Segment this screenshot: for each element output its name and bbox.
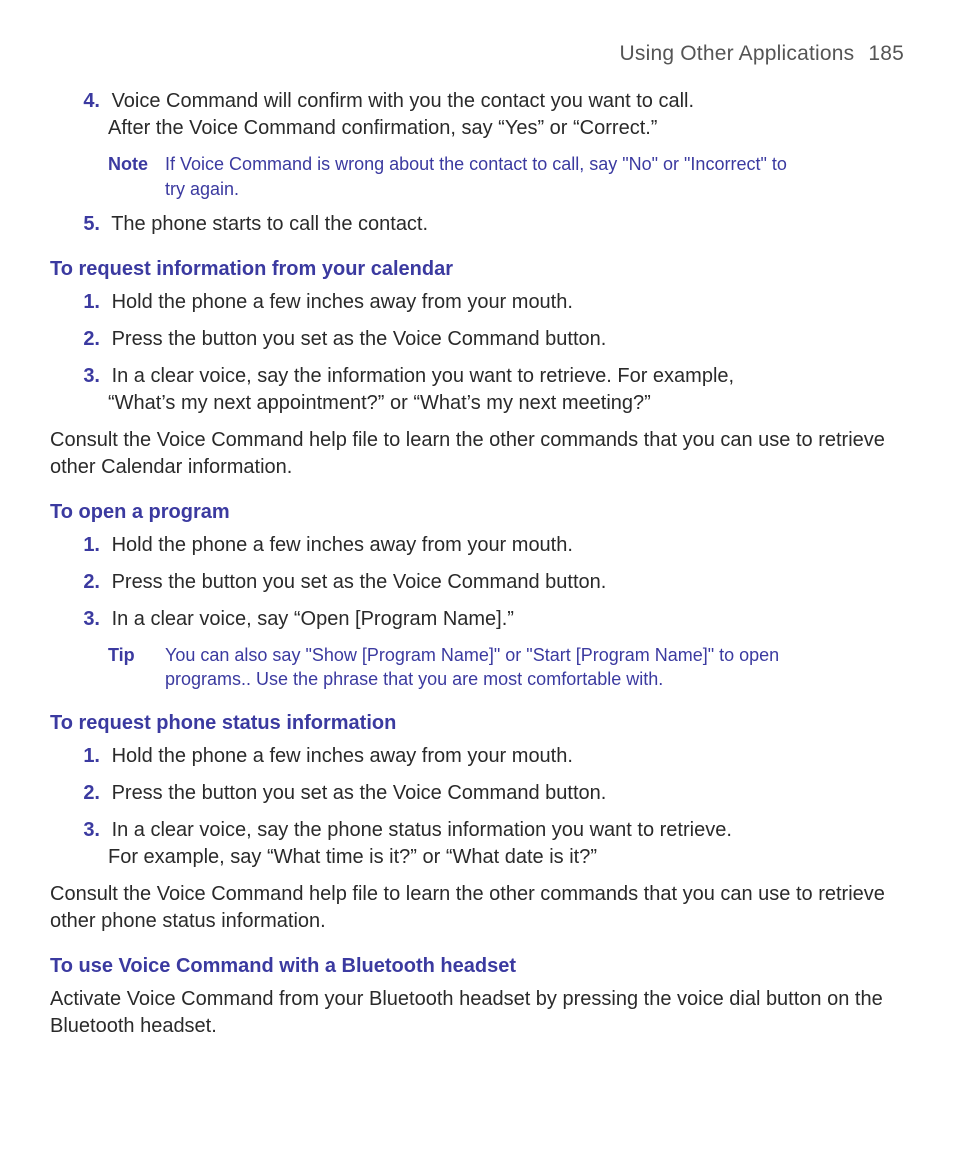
list-item: 3. In a clear voice, say “Open [Program … <box>50 606 904 633</box>
list-item: 2. Press the button you set as the Voice… <box>50 569 904 596</box>
list-text: Hold the phone a few inches away from yo… <box>112 534 573 556</box>
list-text: “What’s my next appointment?” or “What’s… <box>108 390 904 417</box>
list-item: 1. Hold the phone a few inches away from… <box>50 289 904 316</box>
list-marker: 2. <box>78 780 100 807</box>
tip-label: Tip <box>108 643 160 667</box>
list-text: Voice Command will confirm with you the … <box>112 90 694 112</box>
list-text: Hold the phone a few inches away from yo… <box>112 745 573 767</box>
list-marker: 1. <box>78 289 100 316</box>
section-heading-open: To open a program <box>50 499 904 526</box>
page-number: 185 <box>868 42 904 65</box>
list-text: Hold the phone a few inches away from yo… <box>112 291 573 313</box>
section-heading-bluetooth: To use Voice Command with a Bluetooth he… <box>50 953 904 980</box>
list-marker: 5. <box>78 211 100 238</box>
list-text: Press the button you set as the Voice Co… <box>112 571 607 593</box>
list-text: After the Voice Command confirmation, sa… <box>108 115 904 142</box>
list-text: In a clear voice, say the information yo… <box>112 365 735 387</box>
note-label: Note <box>108 152 160 176</box>
list-item: 3. In a clear voice, say the phone statu… <box>50 817 904 871</box>
list-marker: 3. <box>78 606 100 633</box>
list-item: 1. Hold the phone a few inches away from… <box>50 532 904 559</box>
note-text: If Voice Command is wrong about the cont… <box>165 152 805 201</box>
list-item: 1. Hold the phone a few inches away from… <box>50 743 904 770</box>
page-header: Using Other Applications 185 <box>50 40 904 68</box>
list-marker: 2. <box>78 569 100 596</box>
paragraph: Activate Voice Command from your Bluetoo… <box>50 986 904 1040</box>
note-callout: Note If Voice Command is wrong about the… <box>108 152 904 201</box>
page: Using Other Applications 185 4. Voice Co… <box>0 0 954 1110</box>
list-marker: 3. <box>78 363 100 390</box>
tip-callout: Tip You can also say "Show [Program Name… <box>108 643 904 692</box>
list-marker: 2. <box>78 326 100 353</box>
section-heading-status: To request phone status information <box>50 710 904 737</box>
list-text: In a clear voice, say the phone status i… <box>112 819 732 841</box>
header-title: Using Other Applications <box>620 42 855 65</box>
list-item: 3. In a clear voice, say the information… <box>50 363 904 417</box>
list-marker: 1. <box>78 743 100 770</box>
list-text: Press the button you set as the Voice Co… <box>112 782 607 804</box>
list-marker: 1. <box>78 532 100 559</box>
list-text: Press the button you set as the Voice Co… <box>112 328 607 350</box>
list-text: In a clear voice, say “Open [Program Nam… <box>112 608 514 630</box>
list-text: For example, say “What time is it?” or “… <box>108 844 904 871</box>
list-item-4: 4. Voice Command will confirm with you t… <box>50 88 904 142</box>
list-text: The phone starts to call the contact. <box>111 213 428 235</box>
list-item-5: 5. The phone starts to call the contact. <box>50 211 904 238</box>
paragraph: Consult the Voice Command help file to l… <box>50 881 904 935</box>
tip-text: You can also say "Show [Program Name]" o… <box>165 643 805 692</box>
list-item: 2. Press the button you set as the Voice… <box>50 326 904 353</box>
list-marker: 4. <box>78 88 100 115</box>
paragraph: Consult the Voice Command help file to l… <box>50 427 904 481</box>
list-item: 2. Press the button you set as the Voice… <box>50 780 904 807</box>
section-heading-calendar: To request information from your calenda… <box>50 256 904 283</box>
list-marker: 3. <box>78 817 100 844</box>
